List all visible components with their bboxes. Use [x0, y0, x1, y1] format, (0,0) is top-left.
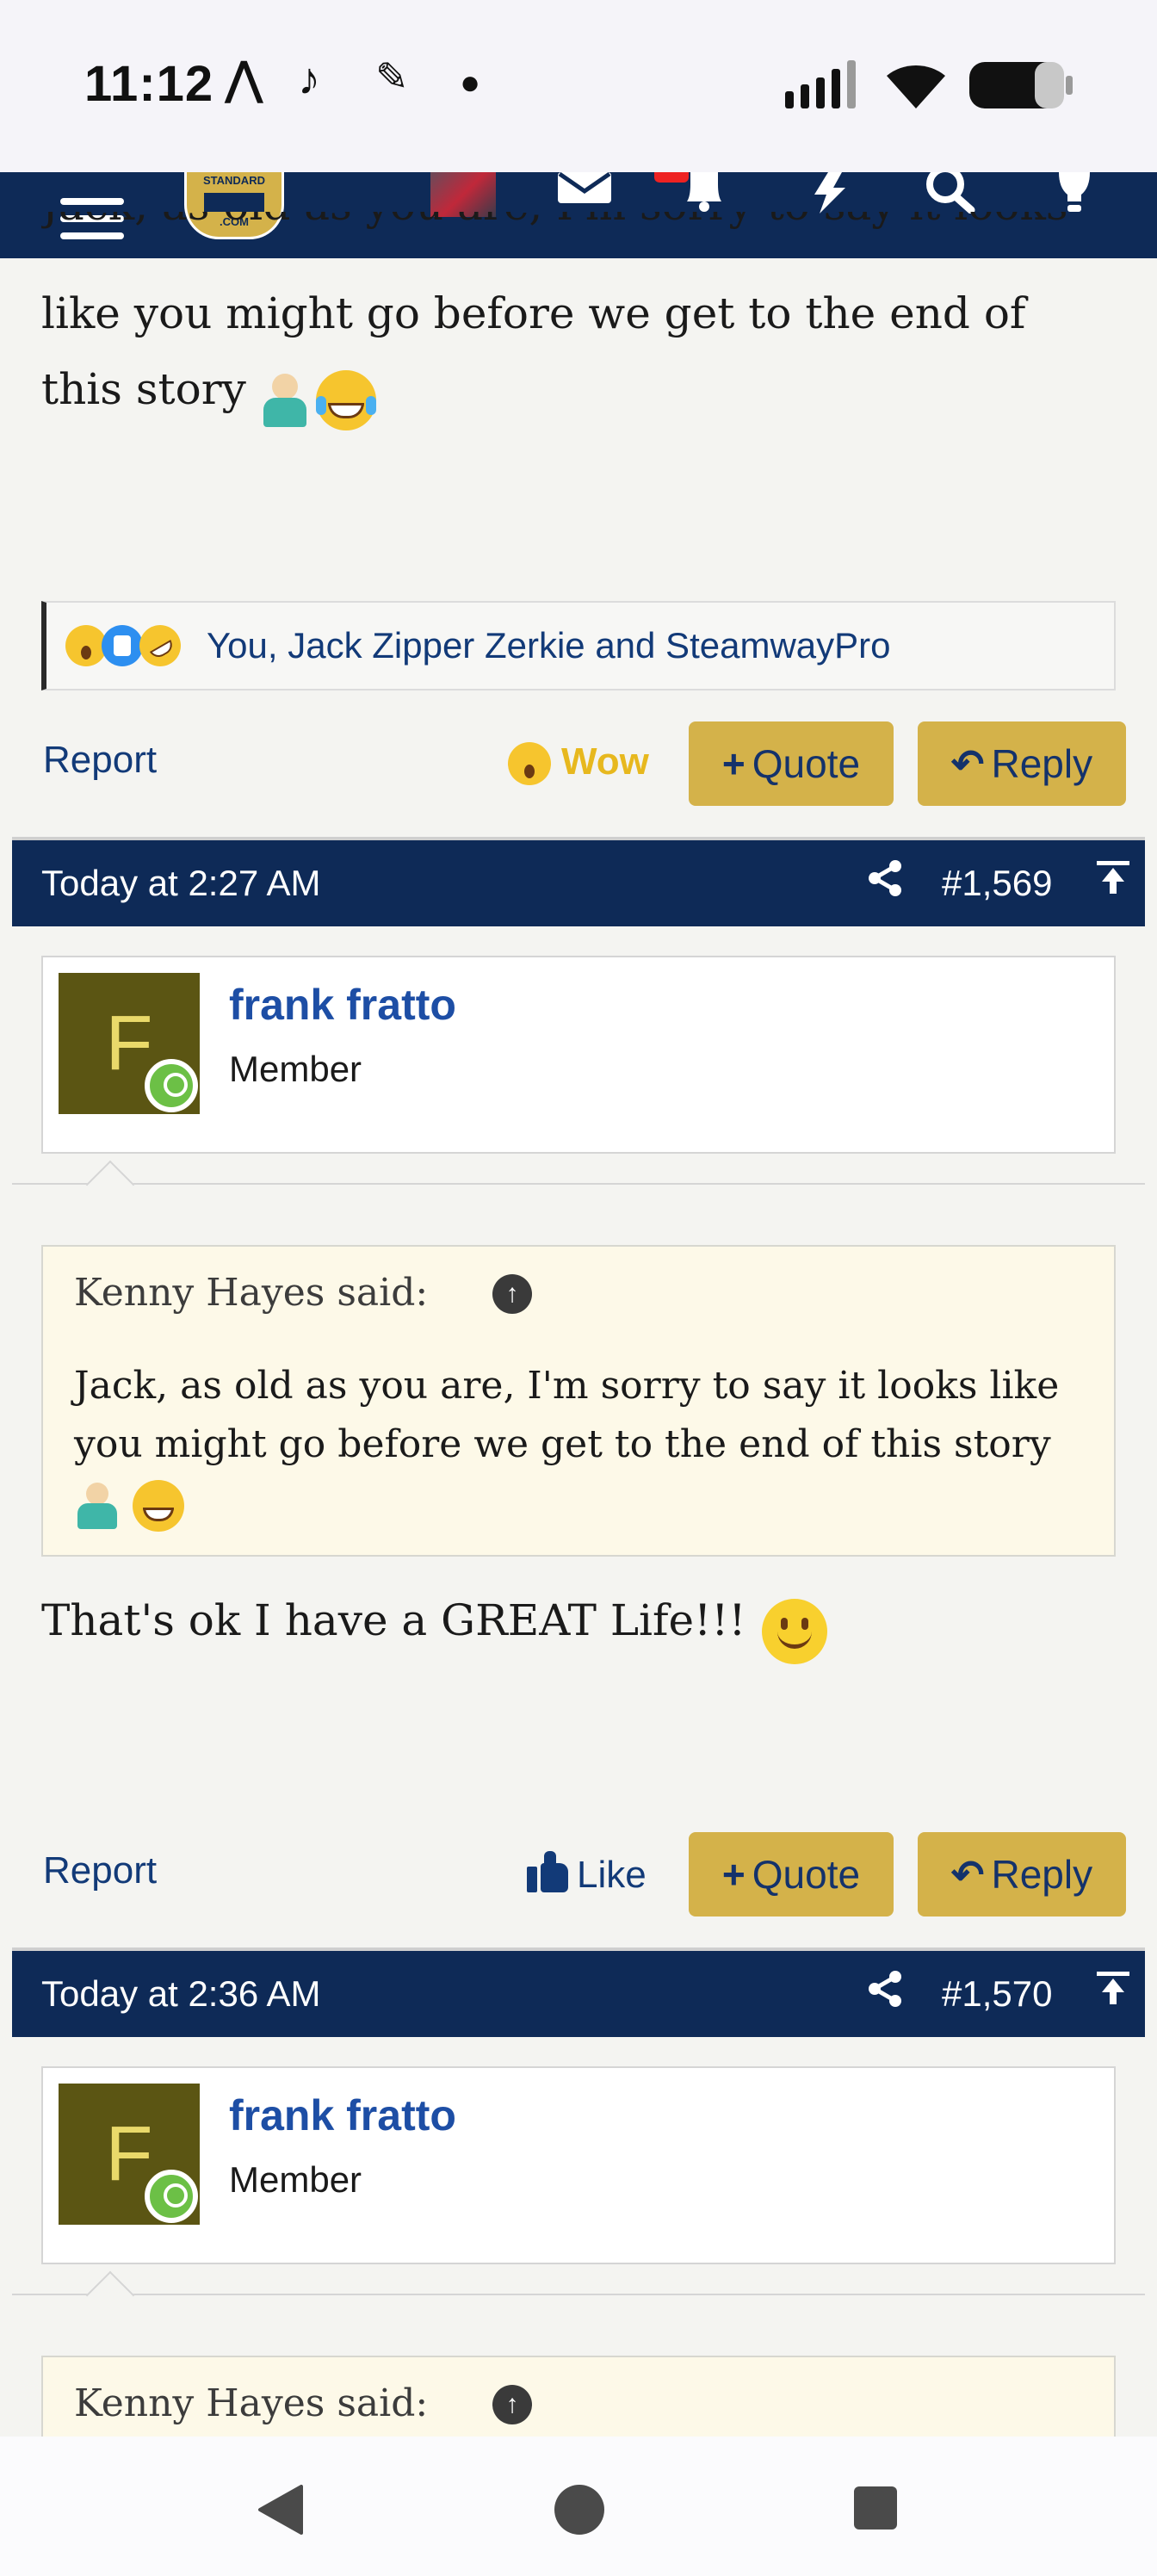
- like-reaction-icon: [102, 625, 143, 666]
- username-link[interactable]: frank fratto: [229, 2090, 456, 2140]
- quote-text: Jack, as old as you are, I'm sorry to sa…: [74, 1357, 1081, 1533]
- post-timestamp[interactable]: Today at 2:36 AM: [41, 1973, 321, 2015]
- avatar-initial: F: [105, 2110, 153, 2197]
- wow-label: Wow: [561, 740, 649, 783]
- reply-label: Reply: [991, 741, 1093, 786]
- user-title: Member: [229, 1049, 362, 1089]
- plus-icon: +: [721, 1852, 746, 1897]
- mail-icon[interactable]: [558, 172, 611, 207]
- online-status-icon: [145, 1059, 198, 1112]
- card-notch: [85, 1160, 135, 1210]
- reply-arrow-icon: ↶: [950, 741, 985, 786]
- user-card: F frank fratto Member: [41, 2066, 1116, 2264]
- joy-emoji-icon: [133, 1479, 184, 1532]
- post-body-line-2: this story: [41, 351, 376, 430]
- post-body-partial-line: Jack, as old as you are, I'm sorry to sa…: [41, 212, 1126, 243]
- quote-button[interactable]: + Quote: [689, 721, 894, 806]
- quote-emojis: [74, 1474, 1081, 1533]
- reply-arrow-icon: ↶: [950, 1852, 985, 1897]
- shrug-emoji-icon: [74, 1482, 121, 1529]
- post-body-prev: Jack, as old as you are, I'm sorry to sa…: [41, 212, 1126, 263]
- post-number[interactable]: #1,569: [942, 863, 1052, 904]
- report-link[interactable]: Report: [43, 739, 157, 782]
- quote-attribution[interactable]: Kenny Hayes said:: [74, 1271, 428, 1315]
- user-title: Member: [229, 2159, 362, 2200]
- joy-emoji-icon: [315, 369, 376, 430]
- quote-attribution[interactable]: Kenny Hayes said:: [74, 2381, 428, 2425]
- quote-label: Quote: [752, 1852, 861, 1897]
- scroll-top-icon[interactable]: [1097, 1968, 1129, 2016]
- status-time: 11:12: [84, 56, 214, 112]
- like-button[interactable]: Like: [527, 1851, 647, 1897]
- lightbulb-icon[interactable]: [1055, 172, 1093, 215]
- card-divider: [12, 2294, 1145, 2295]
- online-status-icon: [145, 2170, 198, 2223]
- wow-reaction-icon: [65, 625, 107, 666]
- recents-icon[interactable]: [854, 2486, 897, 2530]
- card-divider: [12, 1183, 1145, 1185]
- post-header: Today at 2:36 AM #1,570: [12, 1951, 1145, 2037]
- rofl-reaction-icon: [132, 617, 189, 674]
- status-bar: 11:12 ⋀ ♪ ✎ ●: [0, 0, 1157, 172]
- post-header: Today at 2:27 AM #1,569: [12, 840, 1145, 926]
- reply-button[interactable]: ↶ Reply: [918, 1832, 1126, 1917]
- plus-icon: +: [721, 741, 746, 786]
- quote-text-line: you might go before we get to the end of…: [74, 1422, 1051, 1466]
- username-link[interactable]: frank fratto: [229, 980, 456, 1030]
- like-label: Like: [577, 1854, 647, 1896]
- search-icon[interactable]: [925, 172, 976, 214]
- smile-emoji-icon: [761, 1598, 827, 1664]
- quote-text-line: Jack, as old as you are, I'm sorry to sa…: [74, 1364, 1060, 1408]
- feather-icon: ✎: [375, 54, 409, 99]
- a-logo-icon: ⋀: [226, 54, 263, 104]
- bell-icon[interactable]: [680, 172, 728, 212]
- system-nav-bar: [0, 2437, 1157, 2576]
- post-message-text: That's ok I have a GREAT Life!!!: [41, 1595, 746, 1645]
- share-icon[interactable]: [866, 1970, 904, 2017]
- card-notch: [85, 2270, 135, 2320]
- post-body-line: like you might go before we get to the e…: [41, 288, 1026, 338]
- user-card: F frank fratto Member: [41, 956, 1116, 1154]
- reactions-bar[interactable]: You, Jack Zipper Zerkie and SteamwayPro: [41, 601, 1116, 690]
- wow-reaction-button[interactable]: Wow: [508, 740, 649, 786]
- bolt-icon[interactable]: [809, 172, 847, 214]
- logo-top-text: STANDARD: [203, 174, 265, 187]
- thumbs-up-icon: [527, 1851, 568, 1892]
- scroll-top-icon[interactable]: [1097, 858, 1129, 905]
- shrug-emoji-icon: [258, 373, 312, 427]
- post-number[interactable]: #1,570: [942, 1973, 1052, 2015]
- post-timestamp[interactable]: Today at 2:27 AM: [41, 863, 321, 904]
- signal-icon: [785, 60, 856, 108]
- share-icon[interactable]: [866, 859, 904, 907]
- dot-icon: ●: [460, 64, 481, 102]
- avatar-thumb[interactable]: [430, 172, 496, 217]
- quote-block: Kenny Hayes said: ↑ Jack, as old as you …: [41, 1245, 1116, 1557]
- jump-to-quote-icon[interactable]: ↑: [492, 1274, 532, 1314]
- reply-label: Reply: [991, 1852, 1093, 1897]
- back-icon[interactable]: [257, 2485, 303, 2535]
- post-message: That's ok I have a GREAT Life!!!: [41, 1582, 827, 1664]
- quote-button[interactable]: + Quote: [689, 1832, 894, 1917]
- battery-icon: [969, 62, 1073, 108]
- wow-emoji-icon: [508, 742, 551, 786]
- report-link[interactable]: Report: [43, 1849, 157, 1892]
- tiktok-icon: ♪: [298, 54, 320, 104]
- reactions-text[interactable]: You, Jack Zipper Zerkie and SteamwayPro: [207, 625, 891, 666]
- wifi-icon: [887, 65, 945, 108]
- home-icon[interactable]: [554, 2485, 604, 2535]
- reply-button[interactable]: ↶ Reply: [918, 721, 1126, 806]
- post-body-line-text: this story: [41, 364, 246, 414]
- quote-label: Quote: [752, 741, 861, 786]
- logo-emblem: [204, 193, 264, 212]
- jump-to-quote-icon[interactable]: ↑: [492, 2385, 532, 2424]
- avatar-initial: F: [105, 1000, 153, 1087]
